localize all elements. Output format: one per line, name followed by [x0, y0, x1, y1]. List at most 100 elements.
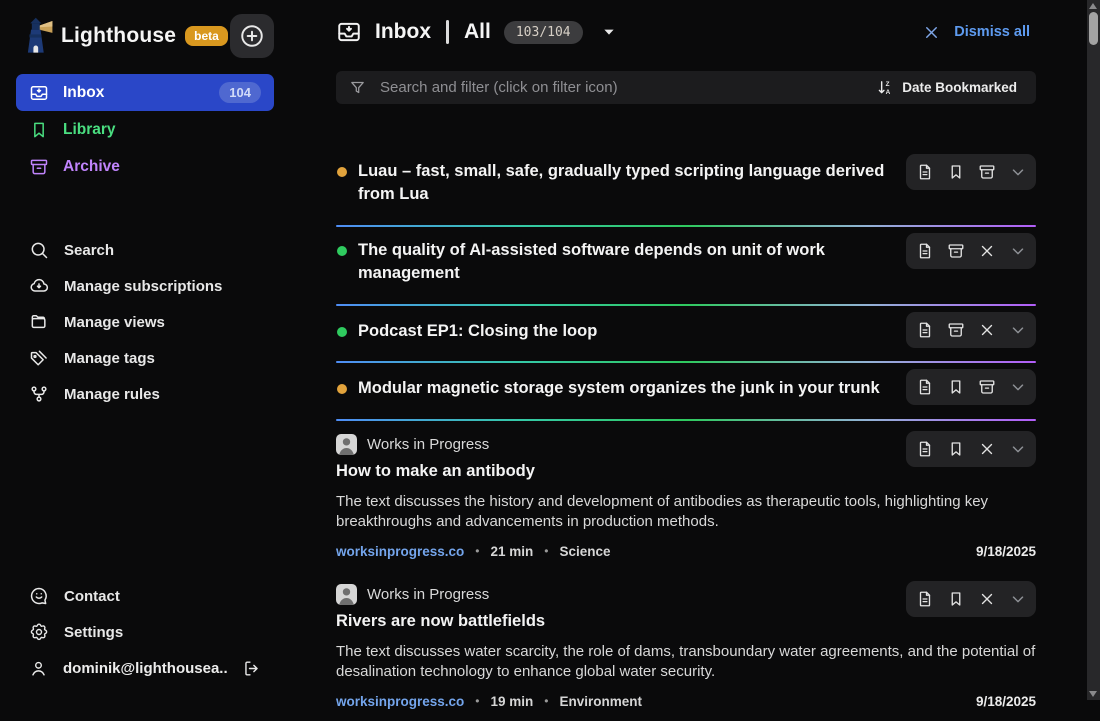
branch-icon: [29, 384, 49, 404]
open-article-button[interactable]: [909, 235, 940, 267]
view-dropdown-button[interactable]: [597, 20, 621, 44]
chevron-down-icon: [1009, 242, 1027, 260]
expand-button[interactable]: [1002, 314, 1033, 346]
chat-smile-icon: [29, 586, 49, 606]
open-article-button[interactable]: [909, 314, 940, 346]
item-title[interactable]: The quality of AI-assisted software depe…: [358, 239, 903, 286]
archive-icon: [947, 321, 965, 339]
sidebar-item-library[interactable]: Library: [16, 111, 274, 148]
sidebar-item-label: Archive: [63, 158, 120, 176]
bookmark-button[interactable]: [940, 156, 971, 188]
sort-button[interactable]: Date Bookmarked: [870, 78, 1023, 97]
main-header: Inbox All 103/104 Dismiss all: [336, 14, 1036, 50]
file-text-icon: [916, 242, 934, 260]
expand-button[interactable]: [1002, 433, 1033, 465]
dismiss-all-button[interactable]: Dismiss all: [916, 22, 1036, 43]
scrollbar-down-arrow[interactable]: [1089, 691, 1097, 697]
filter-funnel-icon[interactable]: [349, 79, 366, 96]
item-meta: worksinprogress.co • 21 min • Science 9/…: [336, 544, 1036, 559]
open-article-button[interactable]: [909, 433, 940, 465]
file-text-icon: [916, 321, 934, 339]
source-name: Works in Progress: [367, 586, 489, 603]
sidebar-item-inbox[interactable]: Inbox 104: [16, 74, 274, 111]
scrollbar-track[interactable]: [1087, 0, 1100, 700]
item-tag: Science: [559, 544, 610, 559]
dismiss-all-label: Dismiss all: [954, 24, 1030, 40]
scrollbar-up-arrow[interactable]: [1089, 3, 1097, 9]
sidebar-item-label: Search: [64, 242, 114, 259]
sidebar-nav: Inbox 104 Library Archive: [16, 74, 274, 185]
sort-descending-icon: [876, 79, 893, 96]
sidebar-item-manage-views[interactable]: Manage views: [16, 304, 274, 340]
dismiss-button[interactable]: [971, 314, 1002, 346]
archive-button[interactable]: [971, 156, 1002, 188]
inbox-count-badge: 104: [219, 82, 261, 103]
dismiss-button[interactable]: [971, 583, 1002, 615]
search-input[interactable]: [378, 78, 870, 97]
open-article-button[interactable]: [909, 371, 940, 403]
file-text-icon: [916, 440, 934, 458]
bookmark-button[interactable]: [940, 371, 971, 403]
add-item-button[interactable]: [230, 14, 274, 58]
inbox-icon: [29, 83, 49, 103]
sidebar-item-label: Manage subscriptions: [64, 278, 222, 295]
chevron-down-icon: [1009, 440, 1027, 458]
sidebar-item-archive[interactable]: Archive: [16, 148, 274, 185]
sidebar-item-manage-rules[interactable]: Manage rules: [16, 376, 274, 412]
inbox-icon: [336, 19, 362, 45]
item-title[interactable]: Luau – fast, small, safe, gradually type…: [358, 160, 903, 207]
archive-button[interactable]: [971, 371, 1002, 403]
bookmark-button[interactable]: [940, 583, 971, 615]
file-text-icon: [916, 163, 934, 181]
expand-button[interactable]: [1002, 583, 1033, 615]
item-count-pill: 103/104: [504, 21, 583, 44]
sidebar-tools: Search Manage subscriptions Manage views…: [16, 232, 274, 412]
source-domain-link[interactable]: worksinprogress.co: [336, 694, 464, 709]
bookmark-button[interactable]: [940, 433, 971, 465]
expand-button[interactable]: [1002, 371, 1033, 403]
open-article-button[interactable]: [909, 156, 940, 188]
expand-button[interactable]: [1002, 156, 1033, 188]
folder-icon: [29, 312, 49, 332]
archive-button[interactable]: [940, 314, 971, 346]
main-panel: Inbox All 103/104 Dismiss all Date Bookm…: [290, 0, 1100, 700]
gear-icon: [29, 622, 49, 642]
dismiss-button[interactable]: [971, 433, 1002, 465]
item-date: 9/18/2025: [976, 694, 1036, 709]
open-article-button[interactable]: [909, 583, 940, 615]
search-icon: [29, 240, 49, 260]
sidebar-item-search[interactable]: Search: [16, 232, 274, 268]
list-item: Works in Progress How to make an antibod…: [336, 421, 1036, 571]
item-actions: [906, 369, 1036, 405]
sidebar-item-manage-tags[interactable]: Manage tags: [16, 340, 274, 376]
scrollbar-thumb[interactable]: [1089, 12, 1098, 45]
header-divider: [446, 20, 449, 44]
sidebar-item-contact[interactable]: Contact: [16, 578, 274, 614]
source-avatar: [336, 584, 357, 605]
expand-button[interactable]: [1002, 235, 1033, 267]
item-title[interactable]: Podcast EP1: Closing the loop: [358, 320, 597, 343]
item-meta: worksinprogress.co • 19 min • Environmen…: [336, 694, 1036, 709]
source-domain-link[interactable]: worksinprogress.co: [336, 544, 464, 559]
sidebar-item-settings[interactable]: Settings: [16, 614, 274, 650]
logout-button[interactable]: [242, 659, 261, 678]
source-avatar: [336, 434, 357, 455]
meta-separator: •: [544, 544, 548, 558]
dismiss-button[interactable]: [971, 235, 1002, 267]
sidebar-item-label: Manage tags: [64, 350, 155, 367]
unread-dot: [337, 246, 347, 256]
meta-separator: •: [544, 694, 548, 708]
item-date: 9/18/2025: [976, 544, 1036, 559]
item-title[interactable]: Modular magnetic storage system organize…: [358, 377, 880, 400]
meta-separator: •: [475, 544, 479, 558]
chevron-down-icon: [1009, 590, 1027, 608]
sidebar-item-manage-subscriptions[interactable]: Manage subscriptions: [16, 268, 274, 304]
item-tag: Environment: [559, 694, 642, 709]
view-filter-label[interactable]: All: [464, 20, 491, 44]
sort-label: Date Bookmarked: [902, 80, 1017, 95]
avatar-portrait-icon: [336, 434, 357, 455]
read-time: 21 min: [491, 544, 534, 559]
archive-icon: [29, 157, 49, 177]
list-item: Works in Progress Rivers are now battlef…: [336, 571, 1036, 721]
archive-button[interactable]: [940, 235, 971, 267]
